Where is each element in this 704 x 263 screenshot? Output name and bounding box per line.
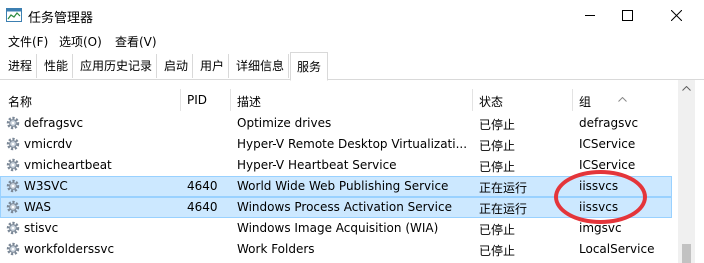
service-gear-icon	[6, 221, 20, 235]
tab-app-history[interactable]: 应用历史记录	[76, 54, 157, 78]
cell-name: WAS	[24, 200, 52, 214]
table-row-selected[interactable]: WAS 4640 Windows Process Activation Serv…	[0, 197, 672, 218]
service-gear-icon	[6, 242, 20, 256]
scroll-up-icon[interactable]	[682, 86, 691, 91]
column-header-description[interactable]: 描述	[237, 93, 261, 110]
cell-description: Optimize drives	[237, 116, 332, 130]
maximize-icon	[621, 9, 633, 21]
cell-description: World Wide Web Publishing Service	[237, 179, 449, 193]
cell-name: vmicrdv	[24, 137, 73, 151]
task-manager-icon	[6, 8, 22, 22]
cell-group: iissvcs	[579, 179, 619, 193]
column-header-name[interactable]: 名称	[8, 93, 32, 110]
column-header-group[interactable]: 组	[579, 93, 591, 110]
cell-group: LocalService	[579, 242, 655, 256]
title-bar: 任务管理器	[0, 0, 704, 30]
cell-group: ICService	[579, 137, 636, 151]
column-separator[interactable]	[230, 89, 231, 111]
cell-description: Windows Image Acquisition (WIA)	[237, 221, 439, 235]
table-row-selected[interactable]: W3SVC 4640 World Wide Web Publishing Ser…	[0, 176, 672, 197]
cell-group: defragsvc	[579, 116, 639, 130]
table-row[interactable]: vmicheartbeat Hyper-V Heartbeat Service …	[0, 155, 672, 176]
cell-description: Windows Process Activation Service	[237, 200, 452, 214]
column-header-row: 名称 PID 描述 状态 组	[0, 89, 678, 111]
services-list: 名称 PID 描述 状态 组 defragsvc Optimize drives…	[0, 80, 704, 263]
cell-name: defragsvc	[24, 116, 84, 130]
minimize-icon	[585, 15, 595, 16]
table-row[interactable]: vmicrdv Hyper-V Remote Desktop Virtualiz…	[0, 134, 672, 155]
vertical-scrollbar[interactable]	[678, 80, 695, 263]
menu-file[interactable]: 文件(F)	[8, 33, 48, 50]
cell-name: stisvc	[24, 221, 59, 235]
window-title: 任务管理器	[28, 11, 94, 26]
service-gear-icon	[6, 179, 20, 193]
sort-ascending-icon	[618, 97, 627, 102]
column-separator[interactable]	[572, 89, 573, 111]
column-header-status[interactable]: 状态	[479, 93, 503, 110]
cell-status: 已停止	[479, 160, 516, 174]
cell-name: W3SVC	[24, 179, 68, 193]
column-separator[interactable]	[472, 89, 473, 111]
cell-pid: 4640	[187, 179, 218, 193]
tab-details[interactable]: 详细信息	[232, 54, 289, 78]
cell-group: ICService	[579, 158, 636, 172]
cell-status: 已停止	[479, 244, 516, 258]
cell-description: Hyper-V Heartbeat Service	[237, 158, 397, 172]
close-button[interactable]	[653, 0, 699, 30]
table-row[interactable]: workfolderssvc Work Folders 已停止 LocalSer…	[0, 239, 672, 260]
cell-status: 已停止	[479, 223, 516, 237]
cell-name: workfolderssvc	[24, 242, 115, 256]
tab-processes[interactable]: 进程	[4, 54, 37, 78]
close-icon	[670, 9, 682, 21]
scrollbar-thumb[interactable]	[682, 244, 691, 263]
tab-services[interactable]: 服务	[290, 52, 328, 81]
cell-description: Work Folders	[237, 242, 315, 256]
maximize-button[interactable]	[604, 0, 650, 30]
tab-startup[interactable]: 启动	[160, 54, 193, 78]
service-gear-icon	[6, 116, 20, 130]
cell-status: 正在运行	[479, 202, 528, 216]
service-gear-icon	[6, 200, 20, 214]
menu-options[interactable]: 选项(O)	[59, 33, 102, 50]
tab-strip: 进程 性能 应用历史记录 启动 用户 详细信息 服务	[0, 52, 704, 81]
table-row[interactable]: defragsvc Optimize drives 已停止 defragsvc	[0, 113, 672, 134]
cell-status: 正在运行	[479, 181, 528, 195]
menu-view[interactable]: 查看(V)	[115, 33, 157, 50]
cell-group: iissvcs	[579, 200, 619, 214]
cell-group: imgsvc	[579, 221, 622, 235]
column-header-pid[interactable]: PID	[187, 93, 207, 107]
cell-name: vmicheartbeat	[24, 158, 112, 172]
cell-pid: 4640	[187, 200, 218, 214]
table-row[interactable]: stisvc Windows Image Acquisition (WIA) 已…	[0, 218, 672, 239]
column-separator[interactable]	[180, 89, 181, 111]
cell-status: 已停止	[479, 139, 516, 153]
cell-status: 已停止	[479, 118, 516, 132]
tab-users[interactable]: 用户	[196, 54, 229, 78]
cell-description: Hyper-V Remote Desktop Virtualizati...	[237, 137, 467, 151]
service-gear-icon	[6, 158, 20, 172]
service-gear-icon	[6, 137, 20, 151]
tab-performance[interactable]: 性能	[40, 54, 73, 78]
